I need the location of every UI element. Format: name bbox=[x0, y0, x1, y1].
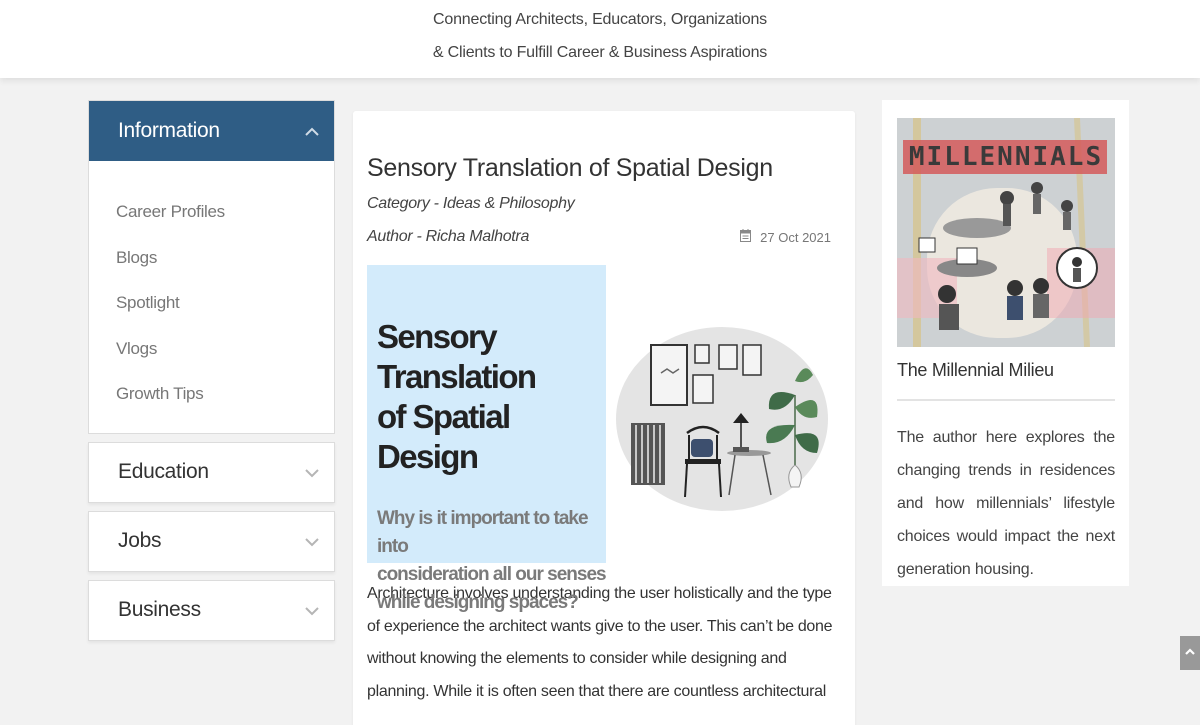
article-date: 27 Oct 2021 bbox=[740, 229, 841, 245]
related-article-image[interactable]: MILLENNIALS bbox=[897, 118, 1115, 347]
related-article-card[interactable]: MILLENNIALS The Millennial Milieu The au… bbox=[882, 100, 1129, 586]
hero-sub-line: Why is it important to take into bbox=[377, 508, 589, 557]
hero-heading: Sensory Translation of Spatial Design bbox=[377, 317, 606, 477]
chevron-down-icon bbox=[304, 466, 319, 478]
interior-illustration bbox=[615, 325, 829, 518]
sidebar-item-growth-tips[interactable]: Growth Tips bbox=[116, 371, 334, 417]
sidebar-item-blogs[interactable]: Blogs bbox=[116, 235, 334, 281]
millennials-image-label: MILLENNIALS bbox=[908, 142, 1104, 172]
accordion-header-jobs[interactable]: Jobs bbox=[88, 510, 335, 572]
chevron-down-icon bbox=[304, 604, 319, 616]
accordion-header-information[interactable]: Information bbox=[89, 101, 334, 161]
chevron-up-icon bbox=[304, 125, 319, 137]
article-author[interactable]: Author - Richa Malhotra bbox=[367, 226, 529, 248]
sidebar-item-spotlight[interactable]: Spotlight bbox=[116, 280, 334, 326]
accordion-title: Information bbox=[118, 119, 220, 142]
sidebar-item-career-profiles[interactable]: Career Profiles bbox=[116, 189, 334, 235]
hero-subheading: Why is it important to take into conside… bbox=[377, 505, 607, 617]
accordion-header-business[interactable]: Business bbox=[88, 579, 335, 641]
tagline-line-1: Connecting Architects, Educators, Organi… bbox=[433, 11, 767, 28]
accordion-title: Business bbox=[118, 598, 201, 621]
hero-sub-line: while designing spaces? bbox=[377, 592, 579, 613]
accordion-body: Career Profiles Blogs Spotlight Vlogs Gr… bbox=[89, 161, 334, 433]
hero-text-panel: Sensory Translation of Spatial Design Wh… bbox=[367, 265, 607, 613]
site-header: Connecting Architects, Educators, Organi… bbox=[0, 0, 1200, 78]
article-hero-image: Sensory Translation of Spatial Design Wh… bbox=[367, 265, 829, 613]
accordion-title: Education bbox=[118, 460, 209, 483]
accordion-title: Jobs bbox=[118, 529, 162, 552]
arrow-up-icon bbox=[1184, 644, 1196, 662]
header-tagline: Connecting Architects, Educators, Organi… bbox=[0, 0, 1200, 69]
accordion-information: Information Career Profiles Blogs Spotli… bbox=[88, 100, 335, 434]
related-article-excerpt: The author here explores the changing tr… bbox=[897, 429, 1115, 578]
article-meta-row: Author - Richa Malhotra 27 Oct 2021 bbox=[367, 226, 841, 248]
calendar-icon bbox=[740, 229, 752, 245]
tagline-line-2: & Clients to Fulfill Career & Business A… bbox=[432, 44, 768, 61]
related-article-title[interactable]: The Millennial Milieu bbox=[897, 358, 1115, 401]
category-sidebar: Information Career Profiles Blogs Spotli… bbox=[88, 100, 335, 641]
date-text: 27 Oct 2021 bbox=[760, 229, 831, 245]
article-card: Sensory Translation of Spatial Design Ca… bbox=[353, 111, 855, 725]
article-title: Sensory Translation of Spatial Design bbox=[367, 154, 773, 182]
hero-sub-line: consideration all our senses bbox=[377, 564, 607, 585]
sidebar-item-vlogs[interactable]: Vlogs bbox=[116, 326, 334, 372]
hero-heading-line: Sensory Translation bbox=[377, 318, 537, 395]
body-line: planning. While it is often seen that th… bbox=[367, 682, 826, 700]
body-line: without knowing the elements to consider… bbox=[367, 650, 787, 667]
article-category[interactable]: Category - Ideas & Philosophy bbox=[367, 193, 841, 215]
accordion-header-education[interactable]: Education bbox=[88, 441, 335, 503]
scroll-to-top-button[interactable] bbox=[1180, 636, 1200, 670]
hero-heading-line: of Spatial Design bbox=[377, 398, 511, 475]
chevron-down-icon bbox=[304, 535, 319, 547]
